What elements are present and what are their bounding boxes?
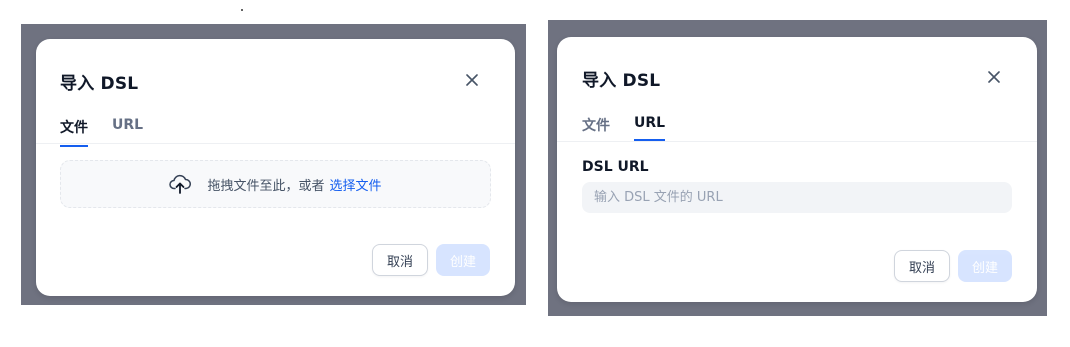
create-button[interactable]: 创建 <box>436 244 490 276</box>
tab-url[interactable]: URL <box>112 117 143 141</box>
tab-url[interactable]: URL <box>634 115 666 141</box>
cancel-button[interactable]: 取消 <box>372 244 428 276</box>
import-dsl-dialog-file: 导入 DSL 文件 URL 拖拽文件至此，或者 选择文件 取消 创建 <box>36 39 515 296</box>
file-dropzone[interactable]: 拖拽文件至此，或者 选择文件 <box>60 160 491 208</box>
create-button[interactable]: 创建 <box>958 250 1012 282</box>
tab-file[interactable]: 文件 <box>60 117 88 147</box>
cancel-button[interactable]: 取消 <box>894 250 950 282</box>
dropzone-text: 拖拽文件至此，或者 <box>207 178 325 194</box>
screenshot-stage: 导入 DSL 文件 URL 拖拽文件至此，或者 选择文件 取消 创建 导入 DS… <box>0 0 1070 347</box>
close-button[interactable] <box>984 67 1004 87</box>
close-icon <box>988 71 1000 83</box>
close-icon <box>466 74 478 86</box>
tab-bar: 文件 URL <box>36 104 515 147</box>
dsl-url-label: DSL URL <box>582 159 649 175</box>
dsl-url-input[interactable] <box>582 182 1012 213</box>
dialog-title: 导入 DSL <box>582 71 661 91</box>
close-button[interactable] <box>462 70 482 90</box>
tab-bar: 文件 URL <box>557 102 1037 142</box>
stray-dot <box>241 9 243 11</box>
dialog-title: 导入 DSL <box>60 74 139 94</box>
tab-file[interactable]: 文件 <box>582 115 610 143</box>
import-dsl-dialog-url: 导入 DSL 文件 URL DSL URL 取消 创建 <box>557 37 1037 302</box>
select-file-link[interactable]: 选择文件 <box>330 175 382 194</box>
cloud-upload-icon <box>169 173 192 195</box>
